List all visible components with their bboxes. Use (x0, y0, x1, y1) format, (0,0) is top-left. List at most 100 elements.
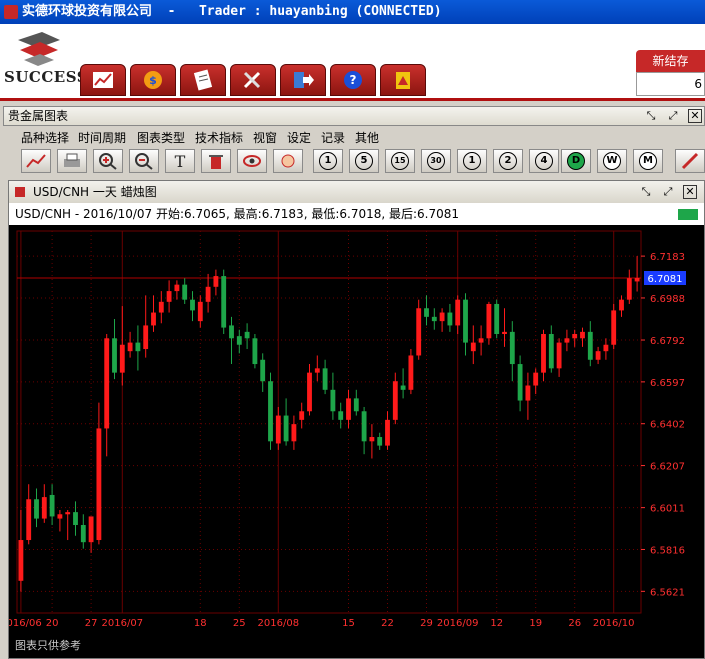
x-tick-label: 20 (46, 618, 59, 629)
candle-body (353, 398, 359, 412)
text-tool-button[interactable]: T (165, 149, 195, 173)
period-week-button[interactable]: W (597, 149, 627, 173)
period-week-label: W (603, 152, 621, 170)
chart-close-icon[interactable]: ✕ (683, 185, 697, 199)
menu-settings[interactable]: 设定 (287, 129, 311, 146)
exit-button[interactable] (280, 64, 326, 96)
candle-body (463, 299, 468, 343)
eye-button[interactable] (237, 149, 267, 173)
y-tick-label: 6.7183 (650, 252, 685, 263)
refresh-button[interactable]: $ (130, 64, 176, 96)
candle-body (197, 301, 203, 322)
x-tick-label: 25 (233, 618, 246, 629)
candle-body (314, 368, 320, 373)
candle-body (104, 338, 110, 429)
chart-window-title-bar: USD/CNH 一天 蜡烛图 ⤡ ⤢ ✕ (9, 181, 704, 203)
candle-body (377, 437, 383, 446)
text-tool-icon: T (175, 152, 186, 170)
period-2h-label: 2 (499, 152, 517, 170)
new-balance-label: 新结存 (636, 50, 705, 72)
candle-body (221, 276, 227, 328)
candlestick-chart[interactable]: 6.7183 6.6988 6.6792 6.6597 6.6402 6.6207 6.60… (9, 225, 704, 636)
x-tick-label: 12 (490, 618, 503, 629)
candle-body (580, 331, 585, 339)
menu-window[interactable]: 视窗 (253, 129, 277, 146)
chart-window-icon (15, 187, 25, 197)
candle-body (158, 301, 164, 313)
chart-button[interactable] (80, 64, 126, 96)
period-15-button[interactable]: 15 (385, 149, 415, 173)
chart-restore-icon[interactable]: ⤡ (639, 185, 653, 199)
maximize-icon[interactable]: ⤢ (666, 109, 680, 123)
hand-icon (281, 154, 295, 168)
zoom-out-icon (135, 153, 153, 170)
period-1-button[interactable]: 1 (313, 149, 343, 173)
period-day-button[interactable]: D (561, 149, 591, 173)
delete-button[interactable] (201, 149, 231, 173)
chart-window-title: USD/CNH 一天 蜡烛图 (33, 185, 157, 199)
menu-chart-type[interactable]: 图表类型 (137, 129, 185, 146)
chart-icon (93, 72, 113, 88)
candle-body (447, 312, 453, 326)
candle-body (252, 338, 258, 365)
candle-body (275, 415, 281, 444)
candle-body (346, 398, 351, 420)
period-month-button[interactable]: M (633, 149, 663, 173)
hand-button[interactable] (273, 149, 303, 173)
ohlc-info-bar: USD/CNH - 2016/10/07 开始:6.7065, 最高:6.718… (9, 203, 704, 225)
logo-text: SUCCESS (4, 68, 89, 86)
menu-other[interactable]: 其他 (355, 129, 379, 146)
period-4h-button[interactable]: 4 (529, 149, 559, 173)
menu-records[interactable]: 记录 (321, 129, 345, 146)
x-tick-label: 18 (194, 618, 207, 629)
menu-instrument[interactable]: 品种选择 (21, 129, 69, 146)
y-tick-label: 6.6207 (650, 462, 685, 473)
help-button[interactable]: ? (330, 64, 376, 96)
candle-body (88, 516, 94, 543)
restore-icon[interactable]: ⤡ (644, 109, 658, 123)
line-chart-button[interactable] (21, 149, 51, 173)
y-tick-label: 6.6792 (650, 336, 685, 347)
footnote: 图表只供参考 (9, 636, 704, 658)
candle-body (18, 540, 24, 581)
candle-body (229, 325, 234, 339)
y-tick-label: 6.5621 (650, 587, 685, 598)
candle-body (236, 336, 242, 345)
candle-body (244, 331, 250, 339)
x-tick-label: 27 (85, 618, 98, 629)
tools-button[interactable] (230, 64, 276, 96)
zoom-in-button[interactable] (93, 149, 123, 173)
period-4h-label: 4 (535, 152, 553, 170)
period-5-label: 5 (355, 152, 373, 170)
x-tick-label: 2016/07 (102, 618, 144, 629)
menu-period[interactable]: 时间周期 (78, 129, 126, 146)
candle-body (611, 310, 617, 345)
candle-body (57, 514, 63, 519)
candle-body (26, 499, 32, 541)
x-tick-label: 29 (420, 618, 433, 629)
candle-body (73, 512, 78, 526)
refresh-icon: $ (144, 71, 162, 89)
candle-body (470, 342, 476, 352)
pen-button[interactable] (675, 149, 705, 173)
svg-text:?: ? (350, 73, 357, 87)
report-button[interactable] (180, 64, 226, 96)
period-2h-button[interactable]: 2 (493, 149, 523, 173)
zoom-out-button[interactable] (129, 149, 159, 173)
print-button[interactable] (57, 149, 87, 173)
y-tick-label: 6.6597 (650, 378, 685, 389)
tools-icon (243, 71, 261, 89)
candle-body (494, 303, 500, 335)
candle-body (525, 385, 531, 401)
notice-button[interactable] (380, 64, 426, 96)
period-5-button[interactable]: 5 (349, 149, 379, 173)
candle-body (34, 499, 39, 519)
chart-maximize-icon[interactable]: ⤢ (661, 185, 675, 199)
close-icon[interactable]: ✕ (688, 109, 702, 123)
banner-divider (0, 98, 705, 101)
print-icon (64, 153, 80, 167)
menu-indicators[interactable]: 技术指标 (195, 129, 243, 146)
y-tick-label: 6.6011 (650, 504, 685, 515)
period-30-button[interactable]: 30 (421, 149, 451, 173)
period-1h-button[interactable]: 1 (457, 149, 487, 173)
